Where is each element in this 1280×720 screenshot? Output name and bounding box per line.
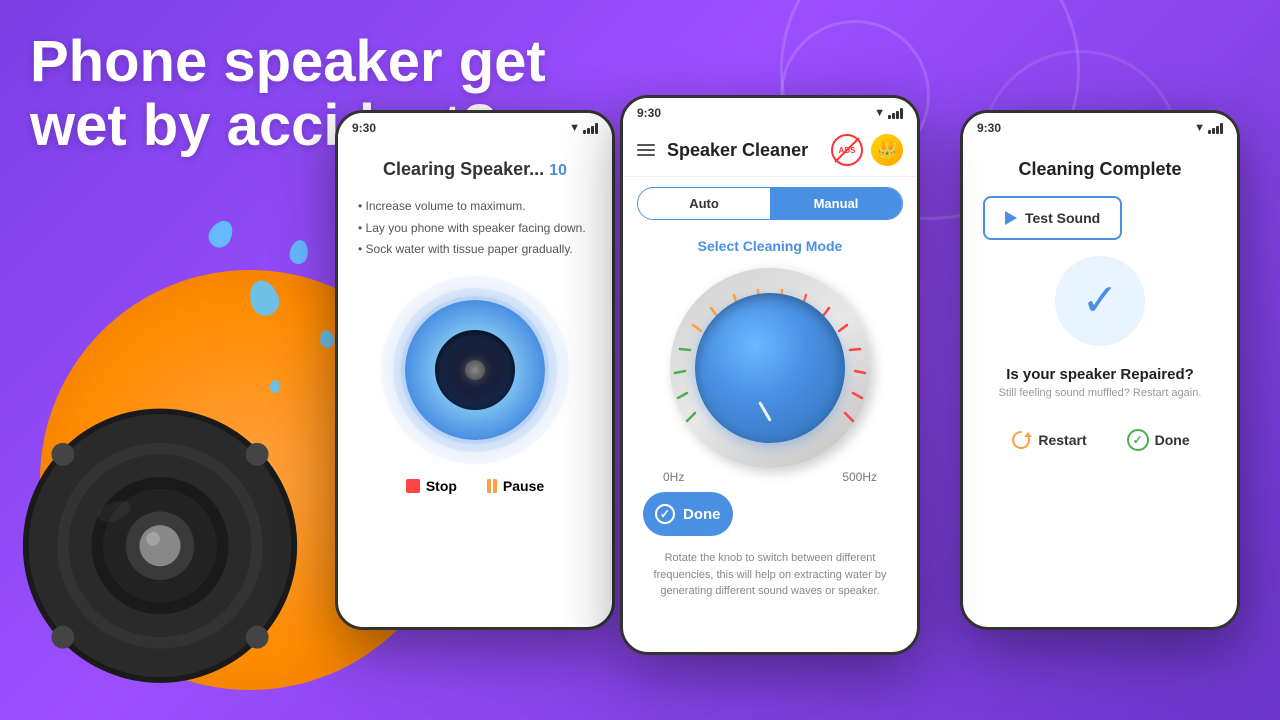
phone2-time: 9:30 (637, 106, 661, 120)
success-checkmark: ✓ (1055, 256, 1145, 346)
phone-complete: 9:30 ▼ Cleaning Complete Test Sound ✓ Is… (960, 110, 1240, 630)
instruction-1: • Increase volume to maximum. (358, 196, 592, 218)
phone1-status-icons: ▼ (569, 122, 598, 134)
menu-icon (637, 154, 655, 156)
wifi-icon: ▼ (569, 122, 580, 134)
ads-badge[interactable]: ADS (831, 134, 863, 166)
test-sound-button[interactable]: Test Sound (983, 196, 1122, 240)
speaker-dot (465, 360, 485, 380)
phone2-wifi-icon: ▼ (874, 107, 885, 119)
app-title: Speaker Cleaner (667, 140, 831, 161)
phone1-time: 9:30 (352, 121, 376, 135)
phone3-signal-icon (1208, 123, 1223, 134)
tab-manual[interactable]: Manual (770, 188, 902, 219)
stop-icon (406, 479, 420, 493)
phone1-controls: Stop Pause (338, 458, 612, 514)
repaired-subtitle: Still feeling sound muffled? Restart aga… (963, 387, 1237, 419)
phone3-status-icons: ▼ (1194, 122, 1223, 134)
phone1-status-bar: 9:30 ▼ (338, 113, 612, 139)
water-drop-2 (288, 239, 310, 266)
repaired-question: Is your speaker Repaired? (963, 366, 1237, 387)
done-action-icon: ✓ (1127, 429, 1149, 451)
knob-indicator (758, 401, 772, 422)
phone3-wifi-icon: ▼ (1194, 122, 1205, 134)
phone1-speaker-visual (338, 293, 612, 448)
restart-button[interactable]: Restart (1010, 429, 1086, 451)
speaker-ring (405, 300, 545, 440)
phone2-status-icons: ▼ (874, 107, 903, 119)
phone2-status-bar: 9:30 ▼ (623, 98, 917, 124)
complete-title: Cleaning Complete (963, 139, 1237, 192)
done-button[interactable]: ✓ Done (643, 492, 733, 536)
menu-icon (637, 144, 655, 146)
tab-switcher: Auto Manual (637, 187, 903, 220)
mode-label: Select Cleaning Mode (623, 230, 917, 258)
pause-icon (487, 479, 497, 493)
restart-icon (1010, 429, 1032, 451)
clearing-title: Clearing Speaker... 10 (338, 139, 612, 184)
play-icon (1005, 211, 1017, 225)
speaker-inner (435, 330, 515, 410)
action-row: Restart ✓ Done (963, 419, 1237, 461)
instruction-3: • Sock water with tissue paper gradually… (358, 239, 592, 261)
done-action-button[interactable]: ✓ Done (1127, 429, 1190, 451)
phone2-signal-icon (888, 108, 903, 119)
frequency-knob[interactable] (695, 293, 845, 443)
headline-line1: Phone speaker get (30, 29, 546, 94)
crown-icon: 👑 (877, 140, 897, 160)
phone-clearing: 9:30 ▼ Clearing Speaker... 10 • Increase… (335, 110, 615, 630)
phone3-time: 9:30 (977, 121, 1001, 135)
stop-button[interactable]: Stop (406, 478, 457, 494)
knob-container (623, 258, 917, 478)
pause-button[interactable]: Pause (487, 478, 544, 494)
clearing-percent: 10 (549, 162, 567, 179)
tab-auto[interactable]: Auto (638, 188, 770, 219)
menu-icon (637, 149, 655, 151)
phone3-status-bar: 9:30 ▼ (963, 113, 1237, 139)
crown-badge[interactable]: 👑 (871, 134, 903, 166)
phone1-instructions: • Increase volume to maximum. • Lay you … (338, 184, 612, 273)
app-header: Speaker Cleaner ADS 👑 (623, 124, 917, 177)
water-drop-4 (204, 216, 237, 251)
water-drop-5 (270, 380, 280, 393)
menu-button[interactable] (637, 144, 655, 156)
check-icon: ✓ (1082, 279, 1119, 323)
signal-icon (583, 123, 598, 134)
done-check-icon: ✓ (655, 504, 675, 524)
phone-main: 9:30 ▼ Speaker Cleaner ADS 👑 (620, 95, 920, 655)
instruction-text: Rotate the knob to switch between differ… (623, 544, 917, 612)
knob-outer[interactable] (670, 268, 870, 468)
instruction-2: • Lay you phone with speaker facing down… (358, 218, 592, 240)
